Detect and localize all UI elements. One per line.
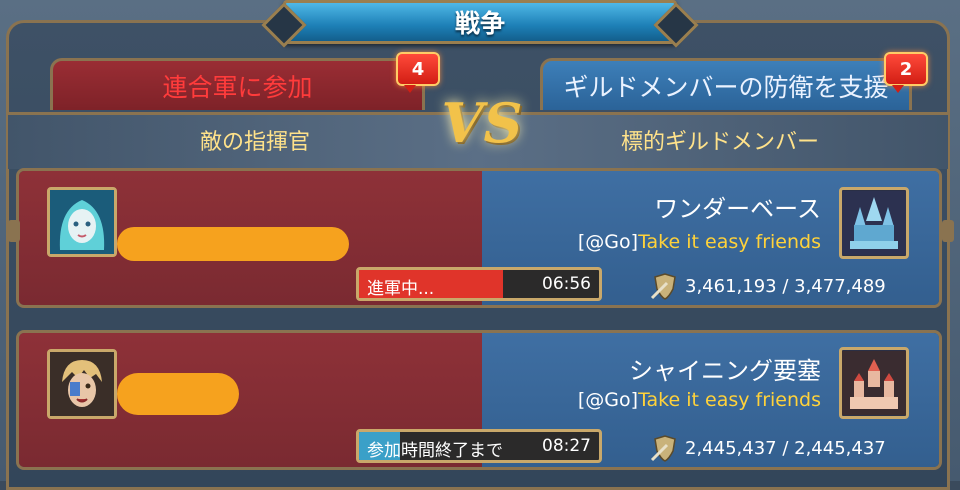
tab-reinforce-defense[interactable]: ギルドメンバーの防衛を支援 <box>540 58 912 110</box>
war-row[interactable]: 進軍中... 06:56 ワンダーベース [@Go]Take it easy f… <box>16 168 942 308</box>
castle-name: シャイニング要塞 <box>629 357 821 385</box>
march-progress-bar: 進軍中... 06:56 <box>356 267 602 301</box>
redacted-player-name <box>117 227 349 261</box>
tab-reinforce-defense-badge: 2 <box>884 52 928 93</box>
troop-count: 3,461,193 / 3,477,489 <box>649 271 886 301</box>
vs-emblem: VS <box>441 91 523 155</box>
timer: 08:27 <box>542 436 591 456</box>
warrior-portrait-icon <box>50 352 114 416</box>
frame-rivet <box>942 220 954 242</box>
shield-sword-icon <box>650 435 676 462</box>
tab-join-rally-label: 連合軍に参加 <box>162 72 313 102</box>
guild-name: Take it easy friends <box>638 389 821 411</box>
guild-line: [@Go]Take it easy friends <box>578 389 821 411</box>
enemy-commander-header: 敵の指揮官 <box>199 130 310 155</box>
enemy-avatar[interactable] <box>47 349 117 419</box>
title-banner: 戦争 <box>261 0 699 48</box>
timer: 06:56 <box>542 274 591 294</box>
castle-name: ワンダーベース <box>654 195 821 223</box>
join-time-progress-bar: 参加時間終了まで 08:27 <box>356 429 602 463</box>
target-member-header: 標的ギルドメンバー <box>620 130 819 155</box>
redacted-player-name <box>117 373 239 415</box>
tab-join-rally-badge: 4 <box>396 52 440 93</box>
mermaid-portrait-icon <box>50 190 114 254</box>
guild-name: Take it easy friends <box>638 231 821 253</box>
page-title: 戦争 <box>454 9 505 38</box>
troop-count-value: 2,445,437 / 2,445,437 <box>685 437 886 459</box>
crystal-castle-icon <box>842 191 906 255</box>
guild-tag: [@Go] <box>577 231 639 253</box>
tab-join-rally[interactable]: 連合軍に参加 <box>50 58 425 110</box>
war-row[interactable]: 参加時間終了まで 08:27 シャイニング要塞 [@Go]Take it eas… <box>16 330 942 470</box>
fortress-icon <box>842 351 906 415</box>
tab-reinforce-defense-label: ギルドメンバーの防衛を支援 <box>563 72 889 102</box>
shield-sword-icon <box>650 273 676 300</box>
guild-tag: [@Go] <box>577 389 639 411</box>
castle-image <box>839 347 909 419</box>
enemy-avatar[interactable] <box>47 187 117 257</box>
frame-rivet <box>8 220 20 242</box>
troop-count: 2,445,437 / 2,445,437 <box>649 433 886 463</box>
status-label: 進軍中... <box>367 279 435 299</box>
status-label: 参加時間終了まで <box>367 441 503 461</box>
guild-line: [@Go]Take it easy friends <box>578 231 821 253</box>
castle-image <box>839 187 909 259</box>
troop-count-value: 3,461,193 / 3,477,489 <box>685 275 886 297</box>
